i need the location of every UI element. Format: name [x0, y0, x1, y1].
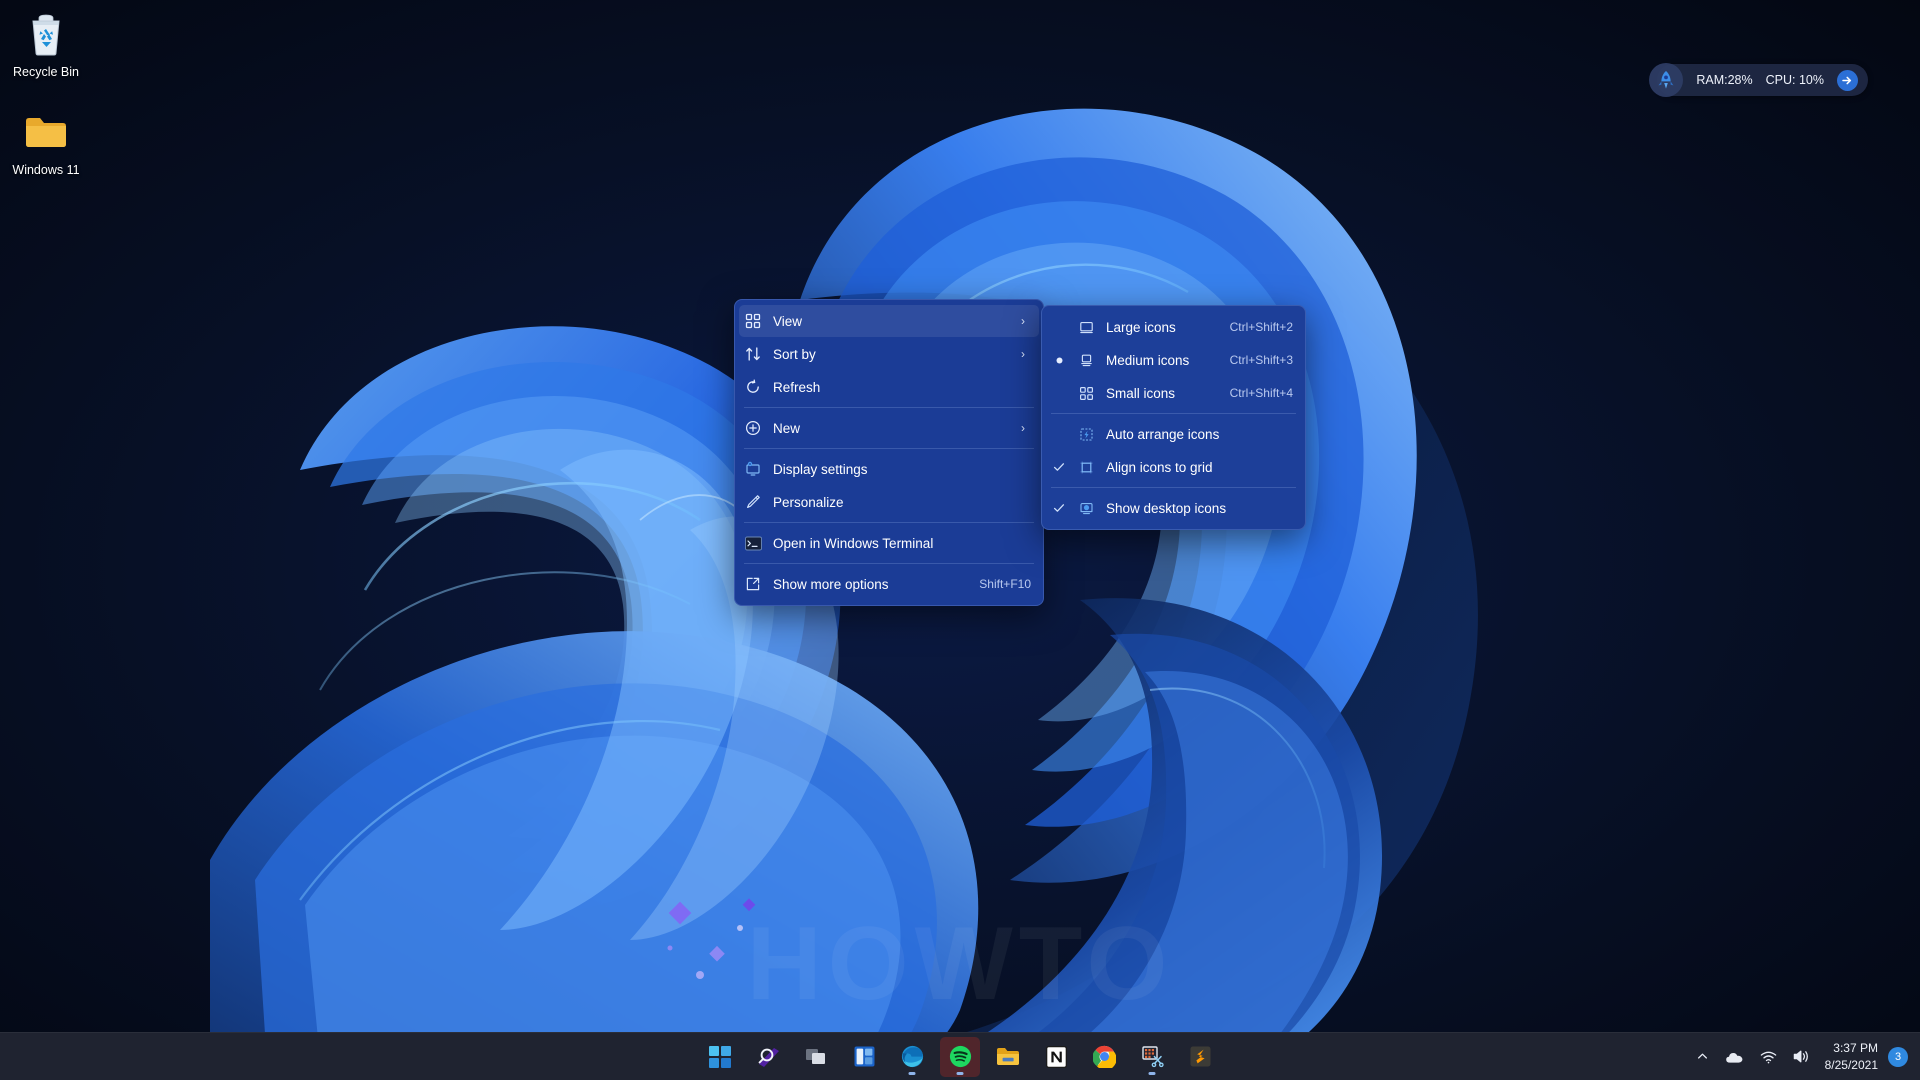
- cpu-usage-label: CPU: 10%: [1765, 73, 1824, 87]
- paintbrush-icon: [739, 494, 767, 510]
- expand-arrow-icon: [739, 576, 767, 592]
- performance-gadget[interactable]: RAM:28% CPU: 10%: [1649, 63, 1868, 97]
- refresh-icon: [739, 379, 767, 395]
- clock-time: 3:37 PM: [1833, 1041, 1878, 1056]
- desktop[interactable]: HOWTO Recycle Bin: [0, 0, 1920, 1080]
- desktop-icon-recycle-bin[interactable]: Recycle Bin: [0, 8, 92, 81]
- medium-icon-view-icon: [1072, 353, 1100, 368]
- monitor-gear-icon: [739, 461, 767, 477]
- widgets-button[interactable]: [844, 1037, 884, 1077]
- sublime-text-button[interactable]: [1180, 1037, 1220, 1077]
- recycle-bin-icon: [0, 8, 92, 60]
- snipping-tool-button[interactable]: [1132, 1037, 1172, 1077]
- grid-icon: [739, 313, 767, 329]
- desktop-icon-label: Windows 11: [12, 163, 80, 177]
- clock-button[interactable]: 3:37 PM 8/25/2021: [1819, 1040, 1886, 1072]
- task-view-button[interactable]: [796, 1037, 836, 1077]
- chrome-button[interactable]: [1084, 1037, 1124, 1077]
- taskbar-center-group: [700, 1036, 1220, 1077]
- desktop-context-menu[interactable]: View › Sort by › Refresh New › Display s…: [734, 299, 1044, 606]
- view-submenu-item-align-icons-to-grid[interactable]: Align icons to grid: [1046, 451, 1301, 483]
- view-submenu-item-show-desktop-icons[interactable]: Show desktop icons: [1046, 492, 1301, 524]
- file-explorer-button[interactable]: [988, 1037, 1028, 1077]
- context-menu-item-label: Display settings: [773, 461, 868, 477]
- context-menu-separator: [744, 522, 1034, 523]
- wifi-icon[interactable]: [1753, 1045, 1784, 1069]
- start-button[interactable]: [700, 1037, 740, 1077]
- spotify-button[interactable]: [940, 1036, 980, 1077]
- notion-button[interactable]: [1036, 1037, 1076, 1077]
- view-submenu-separator: [1051, 487, 1296, 488]
- ram-usage-label: RAM:28%: [1696, 73, 1753, 87]
- context-menu-item-label: New: [773, 420, 801, 436]
- view-submenu-item-small-icons[interactable]: Small icons Ctrl+Shift+4: [1046, 377, 1301, 409]
- view-submenu-item-label: Small icons: [1106, 385, 1176, 401]
- cloud-icon[interactable]: [1718, 1045, 1751, 1069]
- taskbar[interactable]: 3:37 PM 8/25/2021 3: [0, 1032, 1920, 1080]
- sort-arrows-icon: [739, 346, 767, 362]
- chevron-up-icon[interactable]: [1689, 1045, 1716, 1068]
- auto-arrange-icon: [1072, 427, 1100, 442]
- view-submenu-item-label: Medium icons: [1106, 352, 1190, 368]
- terminal-icon: [739, 536, 767, 551]
- context-menu-item-open-in-windows-terminal[interactable]: Open in Windows Terminal: [739, 527, 1039, 559]
- context-menu-item-label: Sort by: [773, 346, 816, 362]
- context-menu-item-label: Open in Windows Terminal: [773, 535, 934, 551]
- context-menu-separator: [744, 563, 1034, 564]
- view-submenu-separator: [1051, 413, 1296, 414]
- search-button[interactable]: [748, 1037, 788, 1077]
- view-submenu-item-accelerator: Ctrl+Shift+2: [1229, 320, 1293, 334]
- speaker-icon[interactable]: [1786, 1044, 1817, 1069]
- context-menu-separator: [744, 448, 1034, 449]
- view-submenu-item-auto-arrange-icons[interactable]: Auto arrange icons: [1046, 418, 1301, 450]
- large-icon-view-icon: [1072, 320, 1100, 335]
- chevron-right-icon: ›: [1021, 314, 1025, 328]
- context-menu-item-label: Show more options: [773, 576, 889, 592]
- radio-selected-icon: [1046, 357, 1072, 364]
- context-menu-item-label: View: [773, 313, 803, 329]
- context-menu-item-sort-by[interactable]: Sort by ›: [739, 338, 1039, 370]
- system-tray[interactable]: 3:37 PM 8/25/2021 3: [1689, 1040, 1914, 1072]
- notification-badge[interactable]: 3: [1888, 1046, 1908, 1067]
- view-submenu-item-label: Align icons to grid: [1106, 459, 1213, 475]
- context-menu-item-label: Refresh: [773, 379, 821, 395]
- context-menu-item-label: Personalize: [773, 494, 844, 510]
- view-submenu-item-accelerator: Ctrl+Shift+3: [1229, 353, 1293, 367]
- view-submenu[interactable]: Large icons Ctrl+Shift+2 Medium icons Ct…: [1041, 305, 1306, 530]
- context-menu-separator: [744, 407, 1034, 408]
- align-grid-icon: [1072, 460, 1100, 475]
- context-menu-item-show-more-options[interactable]: Show more options Shift+F10: [739, 568, 1039, 600]
- view-submenu-item-label: Auto arrange icons: [1106, 426, 1220, 442]
- folder-icon: [0, 106, 92, 158]
- view-submenu-item-medium-icons[interactable]: Medium icons Ctrl+Shift+3: [1046, 344, 1301, 376]
- edge-button[interactable]: [892, 1037, 932, 1077]
- context-menu-item-accelerator: Shift+F10: [979, 577, 1031, 591]
- check-icon: [1046, 461, 1072, 473]
- plus-circle-icon: [739, 420, 767, 436]
- rocket-icon: [1649, 63, 1684, 97]
- view-submenu-item-accelerator: Ctrl+Shift+4: [1229, 386, 1293, 400]
- view-submenu-item-large-icons[interactable]: Large icons Ctrl+Shift+2: [1046, 311, 1301, 343]
- context-menu-item-new[interactable]: New ›: [739, 412, 1039, 444]
- chevron-right-icon: ›: [1021, 347, 1025, 361]
- view-submenu-item-label: Large icons: [1106, 319, 1176, 335]
- show-desktop-icon: [1072, 501, 1100, 516]
- context-menu-item-refresh[interactable]: Refresh: [739, 371, 1039, 403]
- context-menu-item-personalize[interactable]: Personalize: [739, 486, 1039, 518]
- clock-date: 8/25/2021: [1824, 1057, 1878, 1072]
- chevron-right-icon: ›: [1021, 421, 1025, 435]
- context-menu-item-display-settings[interactable]: Display settings: [739, 453, 1039, 485]
- desktop-icon-label: Recycle Bin: [13, 65, 79, 79]
- check-icon: [1046, 502, 1072, 514]
- small-icon-view-icon: [1072, 386, 1100, 401]
- context-menu-item-view[interactable]: View ›: [739, 305, 1039, 337]
- view-submenu-item-label: Show desktop icons: [1106, 500, 1227, 516]
- arrow-right-icon[interactable]: [1837, 69, 1858, 91]
- desktop-icon-windows-11-folder[interactable]: Windows 11: [0, 106, 92, 179]
